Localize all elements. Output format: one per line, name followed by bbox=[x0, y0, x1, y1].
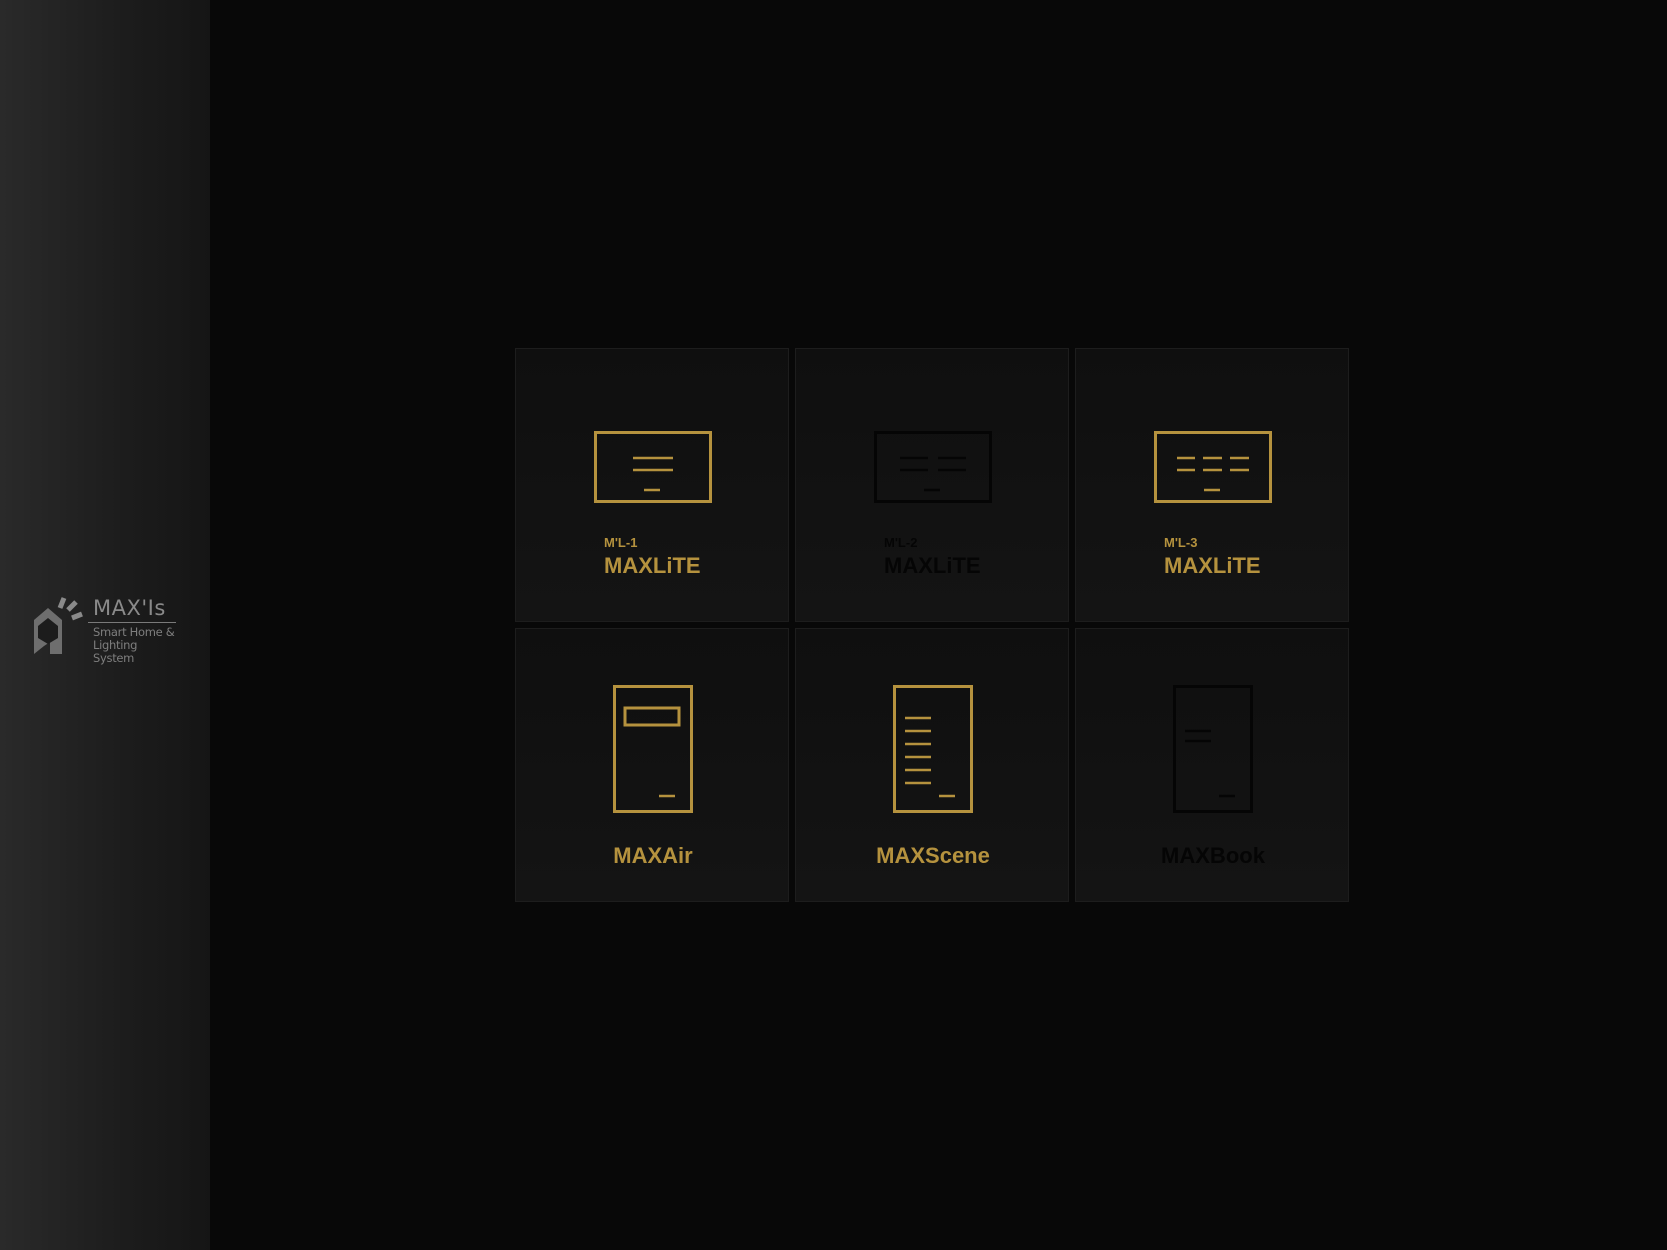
device-grid: M'L-1 MAXLiTE M'L-2 MAXLiTE M'L-3 MAXLiT… bbox=[515, 348, 1349, 902]
tile-maxbook[interactable]: MAXBook bbox=[1075, 628, 1349, 902]
brand-subtitle: Smart Home & Lighting System bbox=[93, 626, 180, 665]
tile-name: MAXLiTE bbox=[604, 553, 701, 578]
lighting-panel-3-icon bbox=[1154, 431, 1272, 503]
lighting-panel-2-icon bbox=[874, 431, 992, 503]
sidebar: MAX'Is Smart Home & Lighting System bbox=[0, 0, 210, 1250]
brand-subtitle-line2: Lighting System bbox=[93, 638, 138, 665]
brand-divider bbox=[88, 622, 176, 623]
tile-maxscene[interactable]: MAXScene bbox=[795, 628, 1069, 902]
tile-maxair[interactable]: MAXAir bbox=[515, 628, 789, 902]
tile-name: MAXScene bbox=[876, 843, 990, 868]
lighting-panel-1-icon bbox=[594, 431, 712, 503]
book-panel-icon bbox=[1173, 685, 1253, 813]
tile-name: MAXLiTE bbox=[1164, 553, 1261, 578]
brand-title: MAX'Is bbox=[93, 596, 166, 620]
tile-maxlite-2[interactable]: M'L-2 MAXLiTE bbox=[795, 348, 1069, 622]
tile-maxlite-3[interactable]: M'L-3 MAXLiTE bbox=[1075, 348, 1349, 622]
brand-logo: MAX'Is Smart Home & Lighting System bbox=[30, 594, 180, 665]
tile-code: M'L-3 bbox=[1164, 535, 1198, 550]
tile-code: M'L-2 bbox=[884, 535, 918, 550]
tile-maxlite-1[interactable]: M'L-1 MAXLiTE bbox=[515, 348, 789, 622]
tile-code: M'L-1 bbox=[604, 535, 638, 550]
tile-name: MAXBook bbox=[1161, 843, 1265, 868]
app-root: MAX'Is Smart Home & Lighting System M'L-… bbox=[0, 0, 1667, 1250]
tile-name: MAXAir bbox=[613, 843, 693, 868]
air-control-panel-icon bbox=[613, 685, 693, 813]
house-logo-icon bbox=[34, 597, 83, 654]
scene-panel-icon bbox=[893, 685, 973, 813]
tile-name: MAXLiTE bbox=[884, 553, 981, 578]
